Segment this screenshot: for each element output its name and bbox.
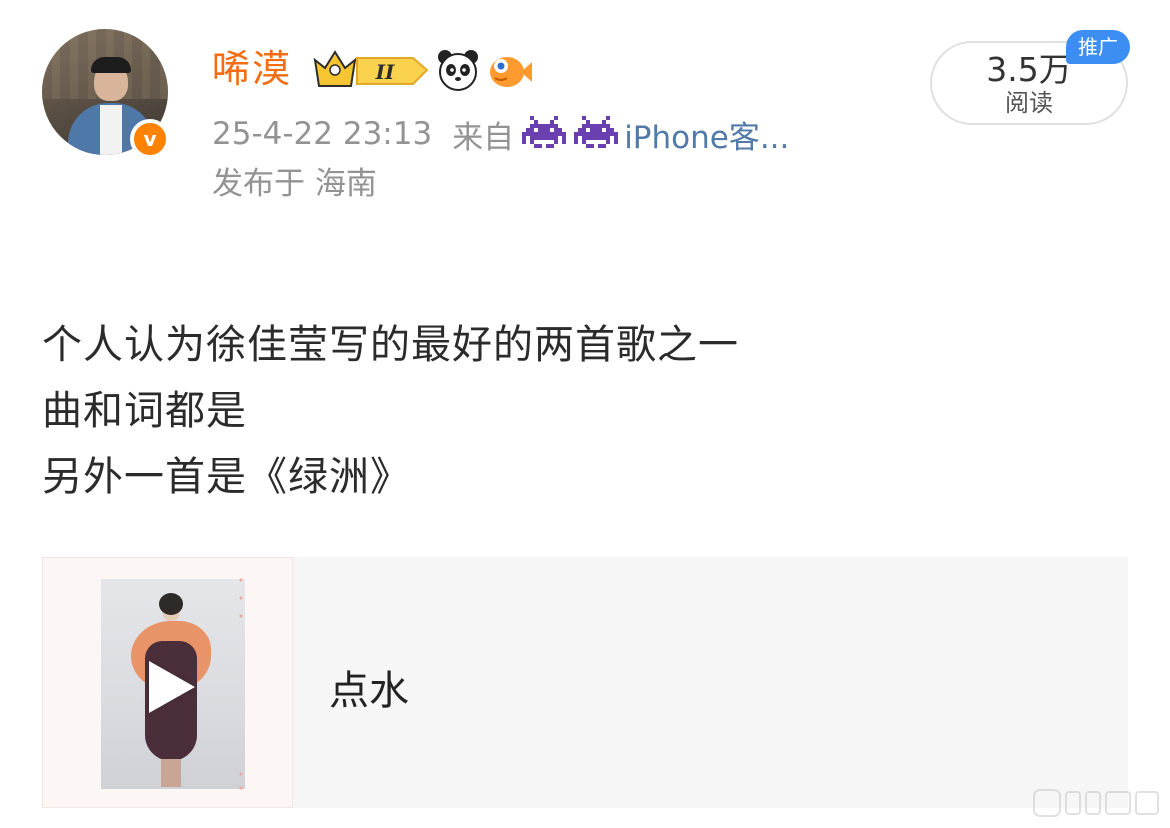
play-icon[interactable] (149, 661, 195, 713)
source-app-link[interactable]: iPhone客... (624, 112, 789, 157)
username[interactable]: 唏漠 (212, 42, 292, 96)
space-invader-icon (522, 116, 567, 148)
fish-icon[interactable] (487, 48, 533, 92)
watermark-icon (1033, 789, 1159, 817)
verified-icon: v (130, 119, 170, 159)
weibo-post: v 唏漠 II 25-4-22 23:13 来自 iPhone客... 发布于 … (0, 0, 1170, 828)
cover-hair (159, 593, 183, 615)
read-label: 阅读 (1005, 89, 1053, 117)
source-prefix: 来自 (452, 119, 515, 156)
post-meta: 25-4-22 23:13 来自 iPhone客... (212, 112, 789, 156)
panda-icon[interactable] (436, 48, 480, 92)
promo-tag: 推广 (1066, 30, 1130, 64)
post-datetime: 25-4-22 23:13 (212, 116, 433, 152)
avatar-shirt (100, 105, 122, 155)
avatar-cap (91, 57, 131, 73)
post-text-line: 曲和词都是 (42, 388, 247, 434)
crown-level-badge-icon[interactable]: II (313, 48, 431, 92)
post-text-line: 个人认为徐佳莹写的最好的两首歌之一 (42, 322, 739, 368)
song-title[interactable]: 点水 (329, 663, 409, 719)
space-invader-icon (574, 116, 619, 148)
cover-decoration (239, 578, 243, 790)
post-text-line: 另外一首是《绿洲》 (42, 454, 411, 500)
album-cover[interactable] (42, 557, 293, 808)
music-card[interactable]: 点水 (42, 557, 1128, 808)
badge-level-text: II (375, 60, 395, 84)
post-location: 发布于 海南 (212, 166, 377, 202)
post-text: 个人认为徐佳莹写的最好的两首歌之一 曲和词都是 另外一首是《绿洲》 (42, 312, 739, 510)
cover-legs (161, 759, 181, 787)
